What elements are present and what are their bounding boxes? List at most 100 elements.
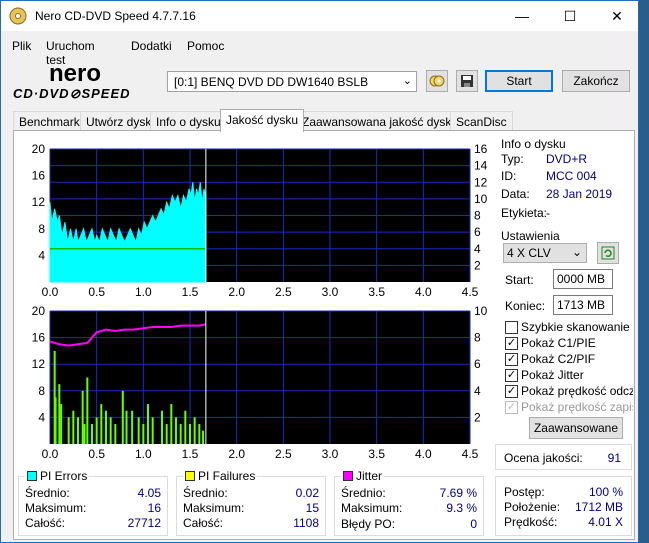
quality-score-box: Ocena jakości: 91 bbox=[495, 444, 632, 470]
menu-dodatki[interactable]: Dodatki bbox=[131, 39, 172, 53]
position-label: Położenie: bbox=[504, 500, 561, 514]
x-tick-label: 4.0 bbox=[415, 447, 432, 461]
save-button[interactable] bbox=[456, 70, 478, 92]
speed-select[interactable]: 4 X CLV ⌄ bbox=[503, 243, 587, 263]
pif-bar bbox=[179, 424, 182, 444]
x-tick-label: 1.0 bbox=[135, 285, 152, 299]
start-input[interactable]: 0000 MB bbox=[553, 269, 613, 289]
x-tick-label: 0.5 bbox=[88, 285, 105, 299]
show-write-speed-checkbox: ✓ bbox=[505, 401, 518, 414]
y-right-tick-label: 14 bbox=[474, 159, 488, 173]
tab-create-disc[interactable]: Utwórz dysk bbox=[80, 111, 158, 131]
jitter-avg: 7.69 % bbox=[439, 486, 477, 500]
drive-select-value: [0:1] BENQ DVD DD DW1640 BSLB bbox=[174, 75, 369, 89]
pi-failures-box: PI Failures Średnio: 0.02 Maksimum: 15 C… bbox=[176, 469, 326, 536]
pi-errors-box: PI Errors Średnio: 4.05 Maksimum: 16 Cał… bbox=[18, 469, 168, 536]
close-button[interactable]: ✕ bbox=[594, 1, 640, 31]
main-window: Nero CD-DVD Speed 4.7.7.16 — ☐ ✕ Plik Ur… bbox=[0, 0, 639, 543]
tab-disc-quality[interactable]: Jakość dysku bbox=[220, 109, 305, 132]
tab-benchmark[interactable]: Benchmark bbox=[13, 111, 86, 131]
disc-id-value: MCC 004 bbox=[546, 169, 597, 183]
minimize-button[interactable]: — bbox=[499, 1, 545, 31]
tab-advanced-quality[interactable]: Zaawansowana jakość dysku bbox=[296, 111, 465, 131]
disc-info-title: Info o dysku bbox=[501, 137, 566, 151]
x-tick-label: 2.5 bbox=[275, 285, 292, 299]
y-right-tick-label: 6 bbox=[474, 225, 481, 239]
speed-value: 4.01 X bbox=[588, 515, 623, 529]
x-tick-label: 2.0 bbox=[228, 285, 245, 299]
show-jitter-label: Pokaż Jitter bbox=[521, 368, 584, 382]
pif-bar bbox=[193, 417, 196, 444]
show-jitter-checkbox[interactable]: ✓ bbox=[505, 369, 518, 382]
show-write-speed-label: Pokaż prędkość zapisu bbox=[521, 400, 633, 414]
y-right-tick-label: 4 bbox=[474, 384, 481, 398]
pi-errors-title: PI Errors bbox=[25, 469, 90, 483]
x-tick-label: 1.5 bbox=[182, 285, 199, 299]
pif-bar bbox=[109, 417, 112, 444]
position-value: 1712 MB bbox=[574, 500, 623, 514]
tab-disc-info[interactable]: Info o dysku bbox=[150, 111, 227, 131]
svg-text:CD·DVD⊘SPEED: CD·DVD⊘SPEED bbox=[13, 86, 131, 101]
advanced-button[interactable]: Zaawansowane bbox=[529, 417, 623, 439]
y-left-tick-label: 8 bbox=[38, 384, 45, 398]
x-tick-label: 3.5 bbox=[368, 447, 385, 461]
jitter-title: Jitter bbox=[341, 469, 385, 483]
speed-select-value: 4 X CLV bbox=[507, 246, 551, 260]
po-errors-label: Błędy PO: bbox=[341, 517, 396, 531]
y-right-tick-label: 4 bbox=[474, 242, 481, 256]
speed-label: Prędkość: bbox=[504, 515, 558, 529]
y-left-tick-label: 20 bbox=[32, 142, 46, 156]
x-tick-label: 3.5 bbox=[368, 285, 385, 299]
maximize-button[interactable]: ☐ bbox=[547, 1, 593, 31]
y-left-tick-label: 4 bbox=[38, 410, 45, 424]
title-bar: Nero CD-DVD Speed 4.7.7.16 — ☐ ✕ bbox=[1, 1, 638, 31]
y-left-tick-label: 12 bbox=[32, 195, 46, 209]
menu-plik[interactable]: Plik bbox=[12, 39, 31, 53]
tab-scandisc[interactable]: ScanDisc bbox=[450, 111, 513, 131]
disc-quality-panel: 0.0 0.5 1.0 1.5 2.0 2.5 3.0 3.5 4.0 4.5 16 14 12 10 8 6… bbox=[13, 130, 635, 540]
progress-box: Postęp: 100 % Położenie: 1712 MB Prędkoś… bbox=[495, 476, 632, 536]
pif-bar bbox=[202, 430, 205, 444]
pif-bar bbox=[189, 424, 191, 444]
pi-errors-total: 27712 bbox=[127, 516, 161, 530]
end-input[interactable]: 1713 MB bbox=[553, 295, 613, 315]
menu-pomoc[interactable]: Pomoc bbox=[187, 39, 224, 53]
drive-select[interactable]: [0:1] BENQ DVD DD DW1640 BSLB ⌄ bbox=[167, 71, 417, 92]
x-tick-label: 3.0 bbox=[322, 447, 339, 461]
disc-type-value: DVD+R bbox=[546, 152, 588, 166]
end-label: Koniec: bbox=[505, 299, 546, 313]
disc-date-value: 28 Jan 2019 bbox=[546, 187, 613, 201]
pif-bar bbox=[184, 410, 187, 444]
show-pif-checkbox[interactable]: ✓ bbox=[505, 353, 518, 366]
refresh-speeds-button[interactable] bbox=[597, 242, 619, 264]
y-right-tick-label: 8 bbox=[474, 209, 481, 223]
pif-bar bbox=[151, 417, 154, 444]
eject-button[interactable] bbox=[426, 70, 448, 92]
jitter-max-label: Maksimum: bbox=[341, 501, 403, 515]
pif-bar bbox=[95, 417, 98, 444]
pif-bar bbox=[147, 404, 149, 444]
pi-failures-avg: 0.02 bbox=[295, 486, 319, 500]
pif-bar bbox=[72, 410, 75, 444]
disc-type-label: Typ: bbox=[501, 152, 524, 166]
jitter-max: 9.3 % bbox=[446, 501, 477, 515]
x-tick-label: 1.0 bbox=[135, 447, 152, 461]
jitter-swatch bbox=[343, 471, 353, 481]
refresh-icon bbox=[601, 246, 615, 260]
start-button[interactable]: Start bbox=[485, 70, 553, 92]
show-pif-label: Pokaż C2/PIF bbox=[521, 352, 596, 366]
y-left-tick-label: 4 bbox=[38, 248, 45, 262]
quick-scan-checkbox[interactable] bbox=[505, 321, 518, 334]
pi-errors-max: 16 bbox=[147, 501, 161, 515]
y-right-tick-label: 6 bbox=[474, 357, 481, 371]
pif-bar bbox=[137, 417, 140, 444]
pif-bar bbox=[86, 377, 89, 444]
pi-failures-avg-label: Średnio: bbox=[183, 486, 228, 500]
chevron-down-icon: ⌄ bbox=[402, 75, 412, 87]
show-read-speed-checkbox[interactable]: ✓ bbox=[505, 385, 518, 398]
app-disc-icon bbox=[9, 7, 27, 25]
pi-failures-swatch bbox=[185, 471, 195, 481]
show-pie-checkbox[interactable]: ✓ bbox=[505, 337, 518, 350]
pi-failures-max-label: Maksimum: bbox=[183, 501, 245, 515]
exit-button[interactable]: Zakończ bbox=[562, 70, 630, 92]
